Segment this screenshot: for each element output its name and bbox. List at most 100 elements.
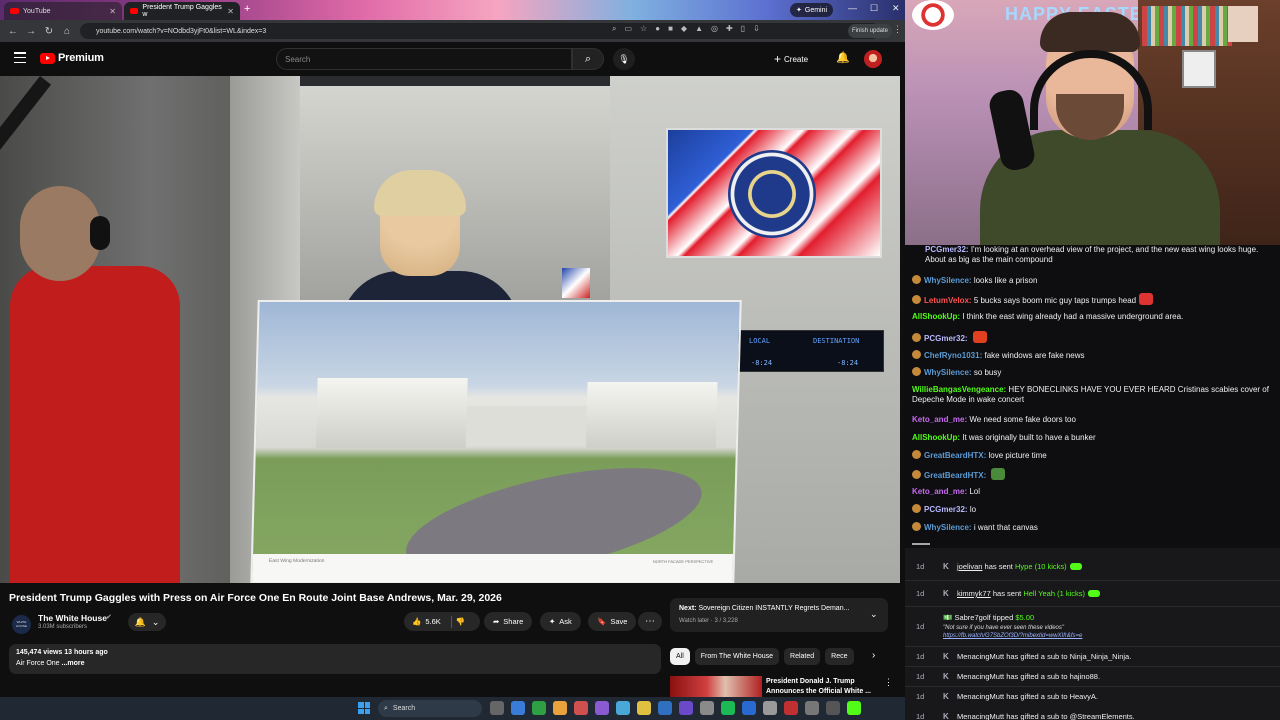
chip-recent[interactable]: Rece: [825, 648, 854, 665]
chat-username[interactable]: Keto_and_me:: [912, 415, 967, 424]
thumbs-up-icon[interactable]: 👍: [412, 617, 421, 626]
extension-icon[interactable]: ■: [668, 24, 673, 34]
new-tab-icon[interactable]: +: [244, 3, 250, 15]
forward-icon[interactable]: →: [22, 26, 40, 37]
kick-icon[interactable]: [847, 701, 861, 715]
back-icon[interactable]: ←: [4, 26, 22, 37]
video-player[interactable]: ON LOCAL DESTINATION -8:24 -8:24 East Wi…: [0, 76, 900, 583]
maximize-icon[interactable]: ☐: [870, 3, 878, 14]
extension-icon[interactable]: ▲: [695, 24, 703, 34]
chip-related[interactable]: Related: [784, 648, 821, 665]
close-tab-icon[interactable]: ✕: [227, 7, 234, 16]
account-avatar[interactable]: [864, 50, 882, 68]
download-icon[interactable]: ⇩: [753, 24, 760, 34]
windows-start-icon[interactable]: [358, 702, 370, 714]
app-icon[interactable]: [574, 701, 588, 715]
recommendation-title[interactable]: President Donald J. Trump Announces the …: [766, 677, 884, 697]
description-box[interactable]: 145,474 views 13 hours ago Air Force One…: [9, 644, 661, 674]
app-icon[interactable]: [784, 701, 798, 715]
create-button[interactable]: + Create: [774, 50, 808, 68]
chat-username[interactable]: WillieBangasVengeance:: [912, 385, 1006, 394]
chat-username[interactable]: Keto_and_me:: [912, 487, 967, 496]
puzzle-icon[interactable]: ✚: [726, 24, 733, 34]
extension-icon[interactable]: ●: [655, 24, 660, 34]
search-input[interactable]: Search: [276, 48, 572, 70]
subscription-bell-button[interactable]: 🔔 ⌄: [128, 613, 166, 631]
app-icon[interactable]: [511, 701, 525, 715]
app-icon[interactable]: [742, 701, 756, 715]
zoom-icon[interactable]: ⌕: [612, 24, 616, 34]
taskbar-search[interactable]: ⌕ Search: [378, 700, 482, 717]
channel-name[interactable]: The White House: [38, 613, 107, 623]
chat-username[interactable]: PCGmer32:: [925, 245, 969, 254]
hamburger-menu-icon[interactable]: [14, 52, 26, 63]
chat-username[interactable]: LetumVelox:: [924, 296, 972, 305]
chat-username[interactable]: GreatBeardHTX:: [924, 471, 986, 480]
chat-username[interactable]: PCGmer32:: [924, 505, 968, 514]
chat-username[interactable]: AllShookUp:: [912, 312, 960, 321]
event-user[interactable]: kimmyk77: [957, 589, 991, 598]
thumbs-down-icon[interactable]: 👎: [456, 617, 465, 626]
event-user[interactable]: joelivan: [957, 562, 982, 571]
cast-icon[interactable]: ▭: [624, 24, 632, 34]
edge-icon[interactable]: [532, 701, 546, 715]
app-icon[interactable]: [700, 701, 714, 715]
bookmark-star-icon[interactable]: ☆: [640, 24, 647, 34]
app-icon[interactable]: [826, 701, 840, 715]
menu-dots-icon[interactable]: ⋮: [893, 24, 902, 35]
app-icon[interactable]: [616, 701, 630, 715]
event-user[interactable]: Sabre7golf: [954, 613, 990, 622]
app-icon[interactable]: [658, 701, 672, 715]
task-view-icon[interactable]: [490, 701, 504, 715]
extension-icon[interactable]: ◎: [711, 24, 718, 34]
event-user[interactable]: MenacingMutt: [957, 692, 1004, 701]
gemini-button[interactable]: ✦ Gemini: [790, 3, 834, 17]
more-actions-button[interactable]: ⋯: [638, 612, 662, 631]
home-icon[interactable]: ⌂: [58, 26, 76, 37]
extension-icon[interactable]: ◆: [681, 24, 687, 34]
url-field[interactable]: youtube.com/watch?v=NOdbd3yjFt0&list=WL&…: [80, 23, 880, 39]
event-user[interactable]: MenacingMutt: [957, 652, 1004, 661]
chat-username[interactable]: PCGmer32:: [924, 334, 968, 343]
event-user[interactable]: MenacingMutt: [957, 712, 1004, 720]
playlist-next-card[interactable]: Next: Sovereign Citizen INSTANTLY Regret…: [670, 598, 888, 632]
chip-from-channel[interactable]: From The White House: [694, 648, 780, 665]
chevron-right-icon[interactable]: ›: [872, 650, 875, 661]
chip-all[interactable]: All: [670, 648, 690, 665]
like-dislike-button[interactable]: 👍 5.6K 👎: [404, 612, 480, 631]
chat-username[interactable]: ChefRyno1031:: [924, 351, 982, 360]
folder-icon[interactable]: [637, 701, 651, 715]
tip-link[interactable]: https://fb.watch/G7SbZOf3D/?mibextid=wwX…: [943, 633, 1082, 639]
notifications-bell-icon[interactable]: 🔔: [836, 51, 850, 64]
channel-avatar[interactable]: WHITE HOUSE: [12, 615, 31, 634]
tab-current-video[interactable]: President Trump Gaggles w ✕: [124, 2, 240, 20]
youtube-premium-logo[interactable]: Premium: [40, 52, 104, 64]
chat-username[interactable]: AllShookUp:: [912, 433, 960, 442]
chat-username[interactable]: WhySilence:: [924, 368, 972, 377]
chat-username[interactable]: GreatBeardHTX:: [924, 451, 986, 460]
chat-username[interactable]: WhySilence:: [924, 276, 972, 285]
app-icon[interactable]: [595, 701, 609, 715]
tab-youtube[interactable]: YouTube ✕: [4, 2, 122, 20]
save-button[interactable]: 🔖 Save: [588, 612, 637, 631]
show-more-link[interactable]: ...more: [62, 660, 85, 667]
share-button[interactable]: ➦ Share: [484, 612, 533, 631]
app-icon[interactable]: [805, 701, 819, 715]
search-button[interactable]: ⌕: [572, 48, 604, 70]
reload-icon[interactable]: ↻: [40, 26, 58, 37]
ask-button[interactable]: ✦ Ask: [540, 612, 581, 631]
chrome-icon[interactable]: [553, 701, 567, 715]
event-user[interactable]: MenacingMutt: [957, 672, 1004, 681]
voice-search-button[interactable]: 🎙: [613, 48, 635, 70]
chevron-down-icon[interactable]: ⌄: [870, 609, 878, 620]
sidebar-icon[interactable]: ▯: [741, 24, 745, 34]
spotify-icon[interactable]: [721, 701, 735, 715]
minimize-icon[interactable]: —: [848, 3, 857, 13]
finish-update-button[interactable]: Finish update: [848, 24, 893, 38]
more-dots-icon[interactable]: ⋮: [884, 677, 893, 688]
close-window-icon[interactable]: ✕: [892, 3, 900, 14]
chat-username[interactable]: WhySilence:: [924, 523, 972, 532]
app-icon[interactable]: [763, 701, 777, 715]
discord-icon[interactable]: [679, 701, 693, 715]
close-tab-icon[interactable]: ✕: [109, 7, 116, 16]
